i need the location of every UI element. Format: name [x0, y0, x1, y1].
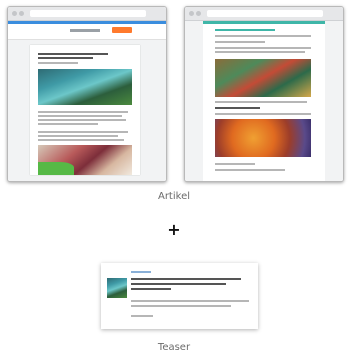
- teaser-title-line: [131, 288, 171, 290]
- pool-thumbnail: [107, 278, 127, 298]
- teaser-title-line: [131, 278, 241, 280]
- window-dot-icon: [189, 11, 194, 16]
- text-line: [215, 101, 307, 103]
- text-line: [215, 47, 311, 49]
- browser-chrome: [8, 7, 166, 21]
- teaser-card: [101, 263, 258, 329]
- subheading-line: [215, 41, 265, 43]
- article-card: [30, 45, 140, 175]
- article-screenshot-1: [7, 6, 167, 182]
- teaser-title-line: [131, 283, 226, 285]
- text-line: [38, 139, 124, 141]
- article-title-line: [38, 57, 93, 59]
- text-line: [38, 131, 128, 133]
- text-line: [215, 35, 311, 37]
- children-photo: [38, 145, 132, 175]
- teaser-text-line: [131, 305, 231, 307]
- article-page: [203, 21, 325, 181]
- footer-line: [215, 163, 255, 165]
- window-dot-icon: [19, 11, 24, 16]
- footer-line: [215, 169, 285, 171]
- text-line: [38, 135, 118, 137]
- address-bar: [207, 10, 323, 17]
- window-dot-icon: [12, 11, 17, 16]
- article-screenshot-2: [184, 6, 344, 182]
- teaser-caption: Teaser: [157, 342, 191, 353]
- site-header: [8, 21, 166, 40]
- green-object-shape: [38, 161, 74, 175]
- header-accent-bar: [203, 21, 325, 24]
- header-accent-bar: [8, 21, 166, 24]
- section-heading-line: [215, 29, 275, 31]
- browser-chrome: [185, 7, 343, 21]
- food-photo: [215, 59, 311, 97]
- text-line: [215, 113, 311, 115]
- address-bar: [30, 10, 146, 17]
- text-line: [38, 111, 128, 113]
- autumn-leaves-photo: [215, 119, 311, 157]
- text-line: [38, 123, 98, 125]
- article-caption: Artikel: [157, 191, 191, 202]
- header-cta-button: [112, 27, 132, 33]
- page-area: [8, 21, 166, 181]
- article-title-line: [38, 53, 108, 55]
- page-area: [185, 21, 343, 181]
- article-meta-line: [38, 62, 78, 64]
- teaser-category-line: [131, 271, 151, 273]
- text-line: [38, 115, 122, 117]
- pool-photo: [38, 69, 132, 105]
- plus-icon: +: [167, 220, 181, 239]
- teaser-link-line: [131, 315, 153, 317]
- text-line: [215, 51, 305, 53]
- teaser-text-line: [131, 300, 249, 302]
- header-nav-text: [70, 29, 100, 32]
- subheading-line: [215, 107, 260, 109]
- text-line: [38, 119, 126, 121]
- window-dot-icon: [196, 11, 201, 16]
